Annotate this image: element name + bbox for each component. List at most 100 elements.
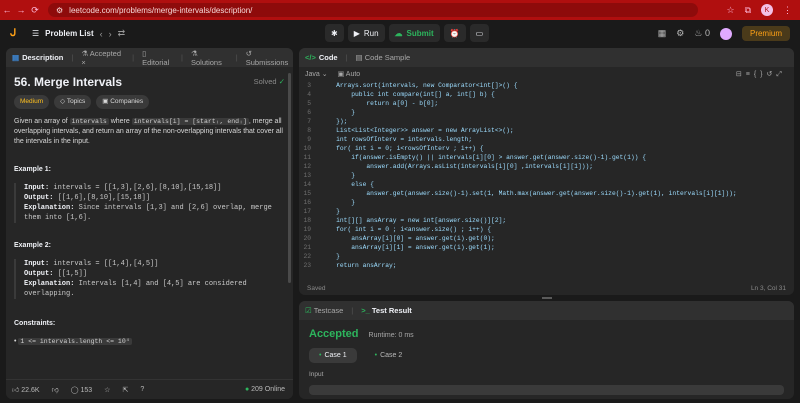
code-text: else { <box>321 181 374 188</box>
lock-icon: ▣ <box>102 98 109 105</box>
forward-icon[interactable]: → <box>14 5 28 15</box>
tab-code-sample[interactable]: ▤ Code Sample <box>356 53 411 62</box>
code-line[interactable]: 20 ansArray[i][0] = answer.get(i).get(0)… <box>299 234 794 243</box>
reset-icon[interactable]: ↺ <box>767 71 777 78</box>
list-icon: ☰ <box>32 29 40 38</box>
code-line[interactable]: 8 List<List<Integer>> answer = new Array… <box>299 126 794 135</box>
code-line[interactable]: 6 } <box>299 108 794 117</box>
code-line[interactable]: 15 answer.get(answer.size()-1).set(1, Ma… <box>299 189 794 198</box>
alarm-icon: ⏰ <box>449 28 460 38</box>
tag-icon: ◇ <box>60 98 66 105</box>
code-line[interactable]: 18 int[][] ansArray = new int[answer.siz… <box>299 216 794 225</box>
language-select[interactable]: Java ⌄ <box>305 70 328 78</box>
companies-badge[interactable]: ▣ Companies <box>96 95 150 109</box>
code-area[interactable]: 3 Arrays.sort(intervals, new Comparator<… <box>299 81 794 281</box>
tab-accepted[interactable]: ⚗ Accepted × <box>81 49 124 67</box>
code-line[interactable]: 7 }); <box>299 117 794 126</box>
example-title: Example 2: <box>14 242 51 249</box>
comments-button[interactable]: ◯ 153 <box>71 386 92 394</box>
code-line[interactable]: 19 for( int i = 0 ; i<answer.size() ; i+… <box>299 225 794 234</box>
site-info-icon[interactable]: ⚙ <box>56 6 63 15</box>
tab-submissions[interactable]: ↺ Submissions <box>246 49 293 67</box>
line-number: 16 <box>303 199 311 206</box>
tab-editorial[interactable]: ▯ Editorial <box>142 49 173 67</box>
help-icon[interactable]: ? <box>140 386 144 393</box>
case-tab-2[interactable]: • Case 2 <box>365 348 413 363</box>
result-summary: Accepted Runtime: 0 ms <box>299 320 794 344</box>
notes-button[interactable]: ▭ <box>469 24 490 42</box>
example-block: Input: intervals = [[1,3],[2,6],[8,10],[… <box>14 183 285 223</box>
timer-button[interactable]: ⏰ <box>443 24 466 42</box>
bookmark-icon[interactable]: ⊟ <box>736 71 746 78</box>
profile-avatar[interactable]: K <box>761 4 773 16</box>
line-number: 23 <box>303 262 311 269</box>
back-icon[interactable]: ← <box>0 5 14 15</box>
difficulty-badge[interactable]: Medium <box>14 95 50 109</box>
tab-solutions[interactable]: ⚗ Solutions <box>191 49 228 67</box>
panel-resize-handle[interactable] <box>299 297 794 299</box>
star-icon[interactable]: ☆ <box>104 386 110 394</box>
tab-test-result[interactable]: >_ Test Result <box>361 306 412 315</box>
tab-code[interactable]: </> Code <box>305 53 338 62</box>
fullscreen-icon[interactable]: ⤢ <box>776 71 786 78</box>
address-bar[interactable]: ⚙ leetcode.com/problems/merge-intervals/… <box>48 3 698 17</box>
inline-code: intervals[i] = [startᵢ, endᵢ] <box>131 118 249 125</box>
code-text: }); <box>321 118 348 125</box>
debug-button[interactable]: ✱ <box>325 24 344 42</box>
shuffle-icon[interactable]: ⇄ <box>118 28 126 39</box>
code-line[interactable]: 21 ansArray[i][1] = answer.get(i).get(1)… <box>299 243 794 252</box>
code-line[interactable]: 16 } <box>299 198 794 207</box>
layout-icon[interactable]: ▦ <box>658 28 667 39</box>
code-line[interactable]: 11 if(answer.isEmpty() || intervals[i][0… <box>299 153 794 162</box>
case-tabs: • Case 1 • Case 2 <box>299 344 794 367</box>
submit-button[interactable]: ☁ Submit <box>388 24 440 42</box>
input-value-box[interactable] <box>309 385 784 395</box>
code-line[interactable]: 10 for( int i = 0; i<rowsOfInterv ; i++)… <box>299 144 794 153</box>
like-button[interactable]: 👍︎ 22.6K <box>12 385 40 394</box>
case-tab-1[interactable]: • Case 1 <box>309 348 357 363</box>
code-line[interactable]: 5 return a[0] - b[0]; <box>299 99 794 108</box>
scrollbar[interactable] <box>288 73 291 283</box>
line-number: 19 <box>303 226 311 233</box>
prev-problem-icon[interactable]: ‹ <box>100 29 103 39</box>
user-avatar[interactable] <box>719 27 732 40</box>
braces-icon[interactable]: {} <box>754 71 767 78</box>
premium-button[interactable]: Premium <box>741 26 790 41</box>
share-icon[interactable]: ⇱ <box>122 386 128 394</box>
bookmark-star-icon[interactable]: ☆ <box>726 5 734 16</box>
code-line[interactable]: 23 return ansArray; <box>299 261 794 270</box>
code-line[interactable]: 13 } <box>299 171 794 180</box>
close-icon[interactable]: × <box>81 58 85 67</box>
code-line[interactable]: 17 } <box>299 207 794 216</box>
thumbs-down-icon[interactable]: 👎︎ <box>52 385 59 394</box>
line-number: 14 <box>303 181 311 188</box>
code-text: } <box>321 208 340 215</box>
line-number: 10 <box>303 145 311 152</box>
settings-gear-icon[interactable]: ⚙ <box>676 28 684 39</box>
code-text: return ansArray; <box>321 262 397 269</box>
auto-mode-toggle[interactable]: ▣ Auto <box>338 70 361 78</box>
reload-icon[interactable]: ⟳ <box>28 5 42 16</box>
code-line[interactable]: 22 } <box>299 252 794 261</box>
problem-title[interactable]: 56. Merge Intervals <box>14 76 122 88</box>
code-line[interactable]: 4 public int compare(int[] a, int[] b) { <box>299 90 794 99</box>
code-line[interactable]: 14 else { <box>299 180 794 189</box>
browser-menu-icon[interactable]: ⋮ <box>783 5 792 16</box>
leetcode-logo-icon[interactable]: ᒍ <box>10 28 22 40</box>
topics-badge[interactable]: ◇ Topics <box>54 95 92 109</box>
problem-list-link[interactable]: Problem List <box>45 29 93 38</box>
next-problem-icon[interactable]: › <box>109 29 112 39</box>
code-line[interactable]: 9 int rowsOfInterv = intervals.length; <box>299 135 794 144</box>
code-line[interactable]: 3 Arrays.sort(intervals, new Comparator<… <box>299 81 794 90</box>
tab-description[interactable]: ▤ Description <box>12 53 63 62</box>
example-block: Input: intervals = [[1,4],[4,5]] Output:… <box>14 259 285 299</box>
tab-testcase[interactable]: ☑ Testcase <box>305 306 343 315</box>
code-text: public int compare(int[] a, int[] b) { <box>321 91 495 98</box>
format-icon[interactable]: ≡ <box>746 71 754 78</box>
code-text: } <box>321 199 356 206</box>
run-button[interactable]: ▶ Run <box>347 24 385 42</box>
streak-counter[interactable]: ♨ 0 <box>694 28 710 39</box>
extensions-icon[interactable]: ⧉ <box>745 5 751 16</box>
code-line[interactable]: 12 answer.add(Arrays.asList(intervals[i]… <box>299 162 794 171</box>
tab-divider: | <box>345 53 348 62</box>
